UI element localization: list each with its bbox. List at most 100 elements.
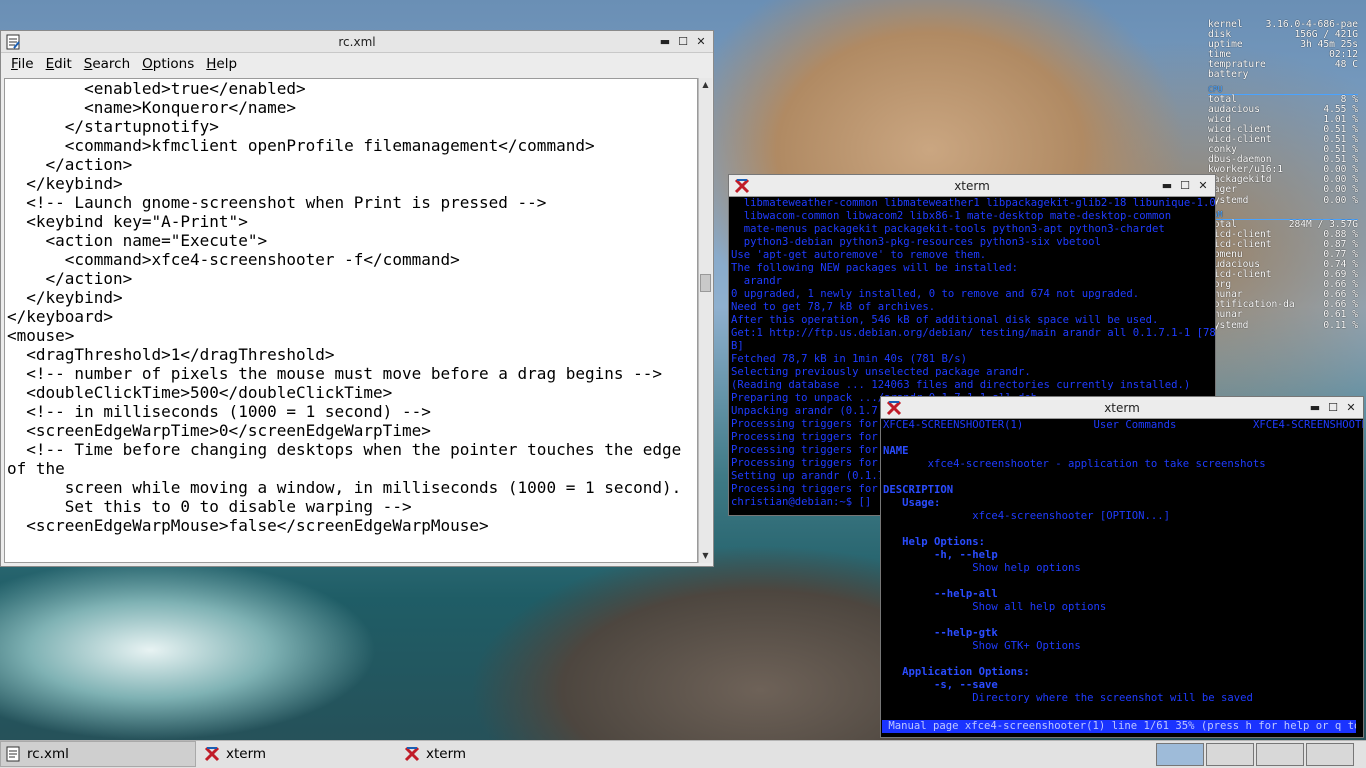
minimize-button[interactable]: ▬ <box>1159 178 1175 194</box>
code-line: <!-- number of pixels the mouse must mov… <box>7 364 663 383</box>
code-line: </action> <box>7 155 133 174</box>
terminal-line: Get:1 http://ftp.us.debian.org/debian/ t… <box>731 327 1215 339</box>
xterm-window-man: xterm ▬ ☐ ✕ XFCE4-SCREENSHOOTER(1) User … <box>880 396 1364 738</box>
text-edit-area[interactable]: <enabled>true</enabled> <name>Konqueror<… <box>4 78 698 563</box>
terminal-line: mate-menus packagekit packagekit-tools p… <box>731 223 1165 235</box>
terminal-line: B] <box>731 340 744 352</box>
man-usage-text: xfce4-screenshooter [OPTION...] <box>972 510 1171 522</box>
terminal-line: python3-debian python3-pkg-resources pyt… <box>731 236 1101 248</box>
close-button[interactable]: ✕ <box>1343 400 1359 416</box>
xterm-icon <box>733 177 751 195</box>
man-header-right: XFCE4-SCREENSHOOTER(1) <box>1252 419 1363 431</box>
code-line: <enabled>true</enabled> <box>7 79 306 98</box>
menu-search[interactable]: Search <box>84 56 130 72</box>
terminal-line: Need to get 78,7 kB of archives. <box>731 301 936 313</box>
man-option-help-desc: Show help options <box>972 562 1081 574</box>
conky-value: 48 C <box>1334 59 1358 71</box>
text-editor-icon <box>6 34 20 49</box>
code-line: <!-- in milliseconds (1000 = 1 second) -… <box>7 402 431 421</box>
terminal-line: Selecting previously unselected package … <box>731 366 1031 378</box>
minimize-button[interactable]: ▬ <box>1307 400 1323 416</box>
taskbar-item-label: rc.xml <box>27 746 69 762</box>
xterm-window-title: xterm <box>1104 400 1140 415</box>
editor-titlebar[interactable]: rc.xml ▬ ☐ ✕ <box>1 31 713 53</box>
code-line: <screenEdgeWarpMouse>false</screenEdgeWa… <box>7 516 489 535</box>
code-line: <mouse> <box>7 326 75 345</box>
man-header-mid: User Commands <box>1093 419 1177 431</box>
conky-row: eager 0.00 % <box>1208 185 1358 195</box>
desktop-1[interactable] <box>1156 743 1204 766</box>
xterm-icon <box>885 399 903 417</box>
minimize-button[interactable]: ▬ <box>657 34 673 50</box>
code-line: <!-- Time before changing desktops when … <box>7 440 691 478</box>
desktop-2[interactable] <box>1206 743 1254 766</box>
man-status-bar: Manual page xfce4-screenshooter(1) line … <box>882 720 1356 733</box>
conky-row: systemd 0.11 % <box>1208 319 1358 331</box>
terminal-line: After this operation, 546 kB of addition… <box>731 314 1159 326</box>
terminal-line: Use 'apt-get autoremove' to remove them. <box>731 249 987 261</box>
conky-value: 0.00 % <box>1323 194 1358 206</box>
taskbar: rc.xml xterm xterm <box>0 740 1366 768</box>
taskbar-item-xterm-1[interactable]: xterm <box>200 741 396 767</box>
taskbar-item-xterm-2[interactable]: xterm <box>400 741 596 767</box>
conky-monitor: kernel 3.16.0-4-686-pae disk 156G / 421G upt… <box>1208 19 1358 331</box>
terminal-line: libwacom-common libwacom2 libx86-1 mate-… <box>731 210 1172 222</box>
code-line: screen while moving a window, in millise… <box>7 478 682 497</box>
code-line: <screenEdgeWarpTime>0</screenEdgeWarpTim… <box>7 421 431 440</box>
close-button[interactable]: ✕ <box>693 34 709 50</box>
desktop-4[interactable] <box>1306 743 1354 766</box>
menu-edit[interactable]: Edit <box>46 56 72 72</box>
man-header-left: XFCE4-SCREENSHOOTER(1) <box>883 419 1024 431</box>
terminal-line: 0 upgraded, 1 newly installed, 0 to remo… <box>731 288 1140 300</box>
terminal-line: libmateweather-common libmateweather1 li… <box>731 197 1215 209</box>
man-option-help-gtk-desc: Show GTK+ Options <box>972 640 1081 652</box>
maximize-button[interactable]: ☐ <box>1325 400 1341 416</box>
man-option-help-all-desc: Show all help options <box>972 601 1107 613</box>
man-option-save: -s, --save <box>934 679 998 691</box>
terminal-line: (Reading database ... 124063 files and d… <box>731 379 1191 391</box>
terminal-line: The following NEW packages will be insta… <box>731 262 1019 274</box>
desktop-3[interactable] <box>1256 743 1304 766</box>
xterm-titlebar[interactable]: xterm ▬ ☐ ✕ <box>881 397 1363 419</box>
maximize-button[interactable]: ☐ <box>675 34 691 50</box>
menu-options[interactable]: Options <box>142 56 194 72</box>
conky-row: battery <box>1208 70 1358 80</box>
scroll-up-icon[interactable]: ▲ <box>699 78 712 92</box>
menu-file[interactable]: File <box>11 56 34 72</box>
man-app-options-heading: Application Options: <box>902 666 1030 678</box>
terminal-line: arandr <box>731 275 783 287</box>
menu-help[interactable]: Help <box>206 56 237 72</box>
conky-value: 0.00 % <box>1323 184 1358 196</box>
xterm-window-title: xterm <box>954 178 990 193</box>
code-line: </keyboard> <box>7 307 113 326</box>
man-section-name: NAME <box>883 445 909 457</box>
taskbar-item-label: xterm <box>226 746 267 762</box>
scroll-down-icon[interactable]: ▼ <box>699 549 712 563</box>
conky-value: 0.11 % <box>1323 319 1358 331</box>
code-line: </keybind> <box>7 288 123 307</box>
close-button[interactable]: ✕ <box>1195 178 1211 194</box>
editor-window: rc.xml ▬ ☐ ✕ File Edit Search Options He… <box>0 30 714 567</box>
conky-key: battery <box>1208 69 1249 81</box>
code-text[interactable]: <enabled>true</enabled> <name>Konqueror<… <box>5 79 697 535</box>
man-page-output[interactable]: XFCE4-SCREENSHOOTER(1) User Commands XFC… <box>881 419 1363 737</box>
code-line: <command>kfmclient openProfile filemanag… <box>7 136 595 155</box>
man-help-options-heading: Help Options: <box>902 536 986 548</box>
editor-window-title: rc.xml <box>338 34 376 49</box>
scroll-thumb[interactable] <box>700 274 711 292</box>
code-line: <name>Konqueror</name> <box>7 98 296 117</box>
code-line: <doubleClickTime>500</doubleClickTime> <box>7 383 393 402</box>
code-line: <keybind key="A-Print"> <box>7 212 248 231</box>
man-option-help: -h, --help <box>934 549 998 561</box>
terminal-line: Fetched 78,7 kB in 1min 40s (781 B/s) <box>731 353 967 365</box>
text-editor-icon <box>6 746 20 762</box>
code-line: <dragThreshold>1</dragThreshold> <box>7 345 335 364</box>
man-name-text: xfce4-screenshooter - application to tak… <box>927 458 1266 470</box>
vertical-scrollbar[interactable]: ▲ ▼ <box>698 78 712 563</box>
xterm-titlebar[interactable]: xterm ▬ ☐ ✕ <box>729 175 1215 197</box>
editor-menubar: File Edit Search Options Help <box>1 53 713 75</box>
taskbar-item-editor[interactable]: rc.xml <box>0 741 196 767</box>
code-line: <!-- Launch gnome-screenshot when Print … <box>7 193 547 212</box>
code-line: </keybind> <box>7 174 123 193</box>
maximize-button[interactable]: ☐ <box>1177 178 1193 194</box>
